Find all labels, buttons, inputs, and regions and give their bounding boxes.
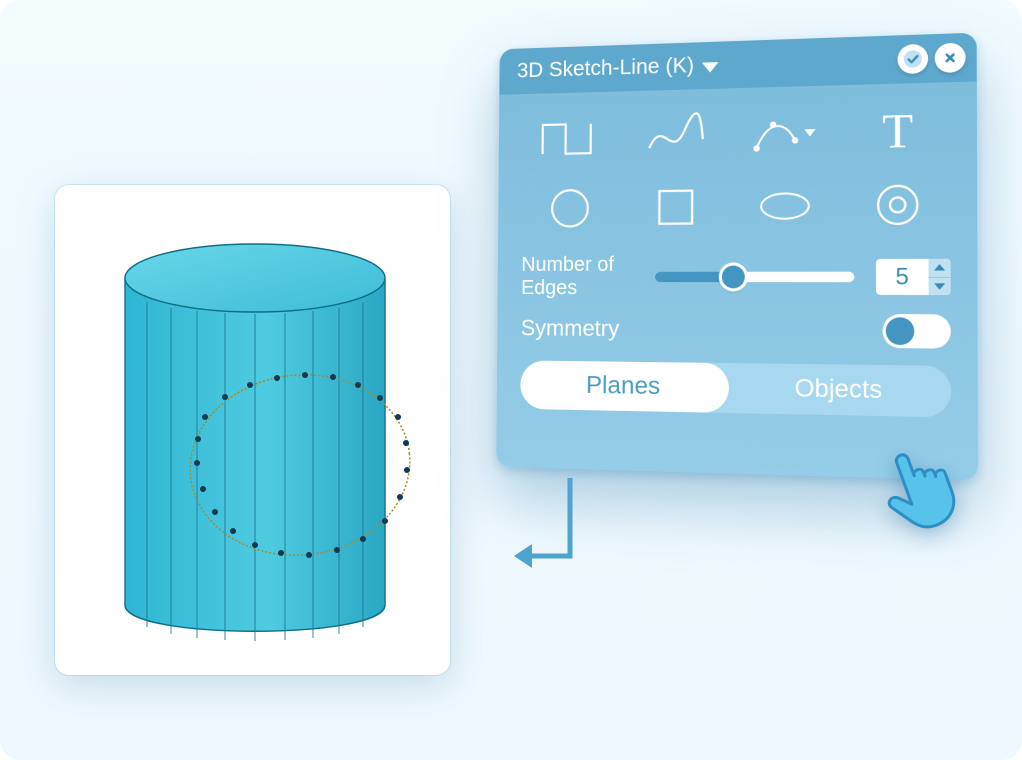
stepper-down[interactable] bbox=[929, 277, 951, 295]
symmetry-toggle[interactable] bbox=[883, 314, 951, 349]
edges-row: Number of Edges 5 bbox=[498, 248, 978, 306]
stepper-arrows bbox=[929, 259, 951, 295]
tool-grid: T bbox=[498, 81, 977, 250]
tool-curve[interactable] bbox=[622, 99, 730, 173]
seg-objects[interactable]: Objects bbox=[729, 363, 951, 417]
toggle-knob bbox=[886, 317, 915, 345]
polyline-icon bbox=[536, 109, 604, 167]
slider-thumb[interactable] bbox=[722, 266, 745, 289]
tool-text[interactable]: T bbox=[840, 93, 955, 169]
tool-polyline[interactable] bbox=[518, 101, 622, 173]
circle-icon bbox=[544, 187, 596, 230]
stage: 3D Sketch-Line (K) bbox=[0, 0, 1022, 760]
edges-slider[interactable] bbox=[655, 272, 854, 283]
symmetry-row: Symmetry bbox=[497, 304, 977, 355]
stepper-up[interactable] bbox=[929, 259, 951, 278]
check-icon bbox=[903, 49, 923, 69]
symmetry-mode-segmented[interactable]: Planes Objects bbox=[520, 360, 951, 417]
edges-stepper[interactable]: 5 bbox=[876, 259, 951, 295]
bezier-icon bbox=[749, 104, 821, 164]
panel-title-label: 3D Sketch-Line (K) bbox=[517, 54, 694, 84]
model-preview-card bbox=[55, 185, 450, 675]
close-icon bbox=[940, 48, 960, 68]
chevron-down-icon bbox=[702, 62, 719, 73]
chevron-up-icon bbox=[934, 264, 945, 270]
sketch-tool-panel: 3D Sketch-Line (K) bbox=[496, 33, 978, 481]
close-button[interactable] bbox=[935, 43, 966, 74]
panel-header-actions bbox=[897, 43, 965, 75]
edges-value: 5 bbox=[876, 259, 929, 295]
text-icon: T bbox=[860, 101, 934, 162]
tool-bezier[interactable] bbox=[729, 96, 840, 171]
edges-label: Number of Edges bbox=[521, 253, 641, 300]
tool-square[interactable] bbox=[622, 171, 730, 244]
seg-planes[interactable]: Planes bbox=[520, 360, 729, 413]
curve-icon bbox=[641, 106, 711, 165]
square-icon bbox=[649, 185, 702, 229]
cylinder-model bbox=[55, 185, 450, 675]
ellipse-icon bbox=[757, 184, 812, 228]
chevron-down-icon bbox=[934, 283, 945, 289]
tool-circle[interactable] bbox=[518, 172, 623, 244]
ring-icon bbox=[869, 182, 926, 227]
sketch-panel-wrap: 3D Sketch-Line (K) bbox=[498, 48, 984, 508]
tool-ring[interactable] bbox=[840, 167, 955, 242]
svg-text:T: T bbox=[882, 103, 913, 158]
symmetry-label: Symmetry bbox=[521, 315, 620, 342]
panel-title[interactable]: 3D Sketch-Line (K) bbox=[517, 53, 719, 84]
tool-ellipse[interactable] bbox=[729, 169, 840, 243]
confirm-button[interactable] bbox=[897, 44, 928, 74]
